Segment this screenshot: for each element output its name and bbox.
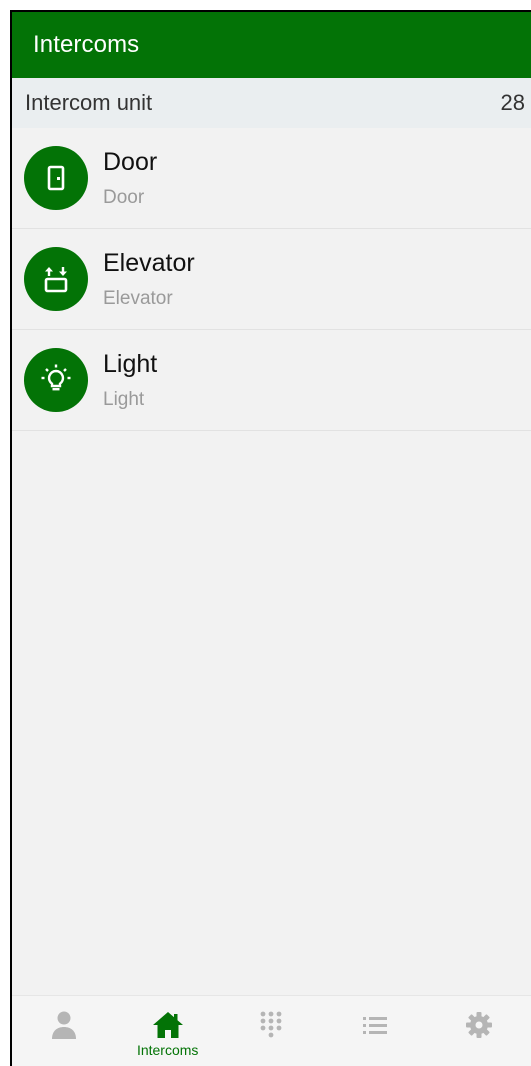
gear-icon bbox=[466, 1012, 493, 1038]
nav-item-settings[interactable] bbox=[427, 996, 531, 1066]
elevator-icon bbox=[24, 247, 88, 311]
person-icon bbox=[51, 1011, 76, 1039]
dialpad-icon bbox=[261, 1011, 282, 1038]
item-subtitle: Elevator bbox=[103, 288, 173, 309]
app-bar: Intercoms bbox=[12, 12, 531, 78]
list-icon bbox=[363, 1017, 388, 1034]
section-count: 28 bbox=[500, 90, 525, 115]
nav-item-dialpad[interactable] bbox=[220, 996, 324, 1066]
door-icon bbox=[24, 146, 88, 210]
nav-label-intercoms: Intercoms bbox=[136, 1042, 199, 1058]
home-icon bbox=[152, 1012, 183, 1038]
item-title: Light bbox=[103, 350, 158, 378]
item-title: Door bbox=[103, 148, 158, 176]
nav-item-intercoms[interactable]: Intercoms bbox=[116, 996, 220, 1066]
nav-item-profile[interactable] bbox=[12, 996, 116, 1066]
list-item-door[interactable]: Door Door bbox=[12, 128, 531, 229]
lightbulb-icon bbox=[24, 348, 88, 412]
section-label: Intercom unit bbox=[25, 90, 153, 115]
intercom-list: Door Door Elevator Elevator Light Light bbox=[12, 128, 531, 431]
section-header: Intercom unit 28 bbox=[12, 78, 531, 128]
nav-item-list[interactable] bbox=[323, 996, 427, 1066]
app-frame: Intercoms Intercom unit 28 Door Door Ele… bbox=[10, 10, 531, 1066]
list-item-light[interactable]: Light Light bbox=[12, 330, 531, 431]
app-title: Intercoms bbox=[33, 31, 140, 58]
list-item-elevator[interactable]: Elevator Elevator bbox=[12, 229, 531, 330]
item-subtitle: Door bbox=[103, 187, 145, 208]
item-title: Elevator bbox=[103, 249, 195, 277]
bottom-nav: Intercoms bbox=[12, 995, 531, 1066]
item-subtitle: Light bbox=[103, 389, 145, 410]
